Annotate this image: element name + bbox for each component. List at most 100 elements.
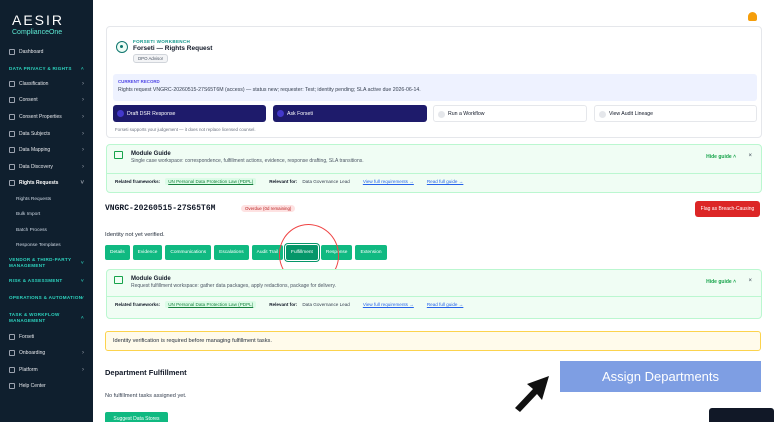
identity-note: Identity not yet verified. bbox=[105, 232, 165, 238]
sidebar-subitem-rights-requests[interactable]: Rights Requests bbox=[0, 192, 93, 207]
sidebar-item-platform[interactable]: Platform › bbox=[0, 362, 93, 379]
empty-tasks-text: No fulfillment tasks assigned yet. bbox=[105, 393, 187, 399]
read-guide-link[interactable]: Read full guide → bbox=[427, 302, 464, 307]
brand-sub: ComplianceOne bbox=[12, 29, 63, 36]
guide-title: Module Guide bbox=[131, 276, 171, 282]
record-text: Rights request VNGRC-20260515-27S65T6M (… bbox=[118, 87, 421, 93]
sidebar-subitem-batch-process[interactable]: Batch Process bbox=[0, 223, 93, 238]
classification-icon bbox=[9, 80, 15, 87]
record-label: CURRENT RECORD bbox=[118, 79, 160, 84]
data-discovery-icon bbox=[9, 163, 15, 170]
department-fulfillment-title: Department Fulfillment bbox=[105, 368, 187, 377]
sidebar-section-vendor[interactable]: VENDOR & THIRD-PARTY MANAGEMENT ˅ bbox=[0, 253, 93, 273]
framework-link[interactable]: UN Personal Data Protection Law (PDPL) bbox=[165, 301, 257, 308]
sidebar-subitem-response-templates[interactable]: Response Templates bbox=[0, 238, 93, 253]
guide-description: Single case workspace: correspondence, f… bbox=[131, 158, 364, 164]
forseti-header-card: FORSETI WORKBENCH Forseti — Rights Reque… bbox=[106, 26, 762, 138]
sidebar-item-onboarding[interactable]: Onboarding › bbox=[0, 345, 93, 362]
hide-guide-button[interactable]: Hide guide ˄ bbox=[706, 279, 736, 285]
tab-evidence[interactable]: Evidence bbox=[132, 245, 163, 260]
workflow-icon bbox=[438, 111, 445, 118]
framework-link[interactable]: UN Personal Data Protection Law (PDPL) bbox=[165, 178, 257, 185]
chevron-right-icon: › bbox=[82, 350, 84, 357]
tab-extension[interactable]: Extension bbox=[355, 245, 387, 260]
sidebar-item-rights-requests[interactable]: Rights Requests ˅ bbox=[0, 175, 93, 192]
chevron-right-icon: › bbox=[82, 80, 84, 87]
sidebar-subitem-bulk-import[interactable]: Bulk Import bbox=[0, 207, 93, 222]
close-icon[interactable]: × bbox=[748, 153, 752, 159]
forseti-icon bbox=[9, 333, 15, 340]
tab-details[interactable]: Details bbox=[105, 245, 130, 260]
flag-breach-button[interactable]: Flag as Breach-Causing bbox=[695, 201, 760, 217]
consent-properties-icon bbox=[9, 114, 15, 121]
platform-icon bbox=[9, 366, 15, 373]
brand-logo[interactable]: AESIR ComplianceOne bbox=[0, 0, 93, 44]
tab-escalations[interactable]: Escalations bbox=[214, 245, 249, 260]
sidebar-item-data-subjects[interactable]: Data Subjects › bbox=[0, 125, 93, 142]
draft-dsr-response-button[interactable]: Draft DSR Response bbox=[113, 105, 266, 122]
run-workflow-button[interactable]: Run a Workflow bbox=[433, 105, 587, 122]
sidebar-item-data-mapping[interactable]: Data Mapping › bbox=[0, 142, 93, 159]
sidebar-item-dashboard[interactable]: Dashboard bbox=[0, 44, 93, 61]
sidebar-section-risk[interactable]: RISK & ASSESSMENT ˅ bbox=[0, 273, 93, 288]
identity-warning-banner: Identity verification is required before… bbox=[105, 331, 761, 351]
support-note: Forseti supports your judgement — it doe… bbox=[115, 127, 256, 132]
guide-divider bbox=[107, 296, 761, 297]
close-icon[interactable]: × bbox=[748, 278, 752, 284]
sidebar-item-classification[interactable]: Classification › bbox=[0, 76, 93, 93]
chevron-down-icon: ˅ bbox=[81, 295, 84, 301]
guide-meta-row: Related frameworks: UN Personal Data Pro… bbox=[115, 301, 464, 308]
module-guide-fulfillment: Module Guide Request fulfillment workspa… bbox=[106, 269, 762, 319]
current-record-box: CURRENT RECORD Rights request VNGRC-2026… bbox=[113, 74, 757, 101]
chevron-right-icon: › bbox=[82, 163, 84, 170]
brand-name: AESIR bbox=[12, 12, 65, 28]
floating-widget[interactable] bbox=[709, 408, 774, 422]
overdue-badge: Overdue (0d remaining) bbox=[241, 205, 296, 212]
suggest-data-stores-button[interactable]: Suggest Data Stores bbox=[105, 412, 168, 422]
notification-bell-icon[interactable] bbox=[748, 12, 757, 21]
ask-forseti-button[interactable]: Ask Forseti bbox=[273, 105, 427, 122]
guide-description: Request fulfillment workspace: gather da… bbox=[131, 283, 337, 289]
workbench-title: Forseti — Rights Request bbox=[133, 45, 213, 52]
data-mapping-icon bbox=[9, 147, 15, 154]
sidebar-item-help-center[interactable]: Help Center bbox=[0, 378, 93, 395]
rights-requests-icon bbox=[9, 180, 15, 187]
case-tabs: Details Evidence Communications Escalati… bbox=[105, 245, 387, 260]
sidebar-section-operations[interactable]: OPERATIONS & AUTOMATION ˅ bbox=[0, 288, 93, 308]
role-badge: DPO Advisor bbox=[133, 54, 169, 63]
chevron-right-icon: › bbox=[82, 114, 84, 121]
sidebar-item-forseti[interactable]: Forseti bbox=[0, 328, 93, 345]
data-subjects-icon bbox=[9, 130, 15, 137]
tab-communications[interactable]: Communications bbox=[165, 245, 212, 260]
chevron-down-icon: ˅ bbox=[81, 278, 84, 284]
chevron-right-icon: › bbox=[82, 147, 84, 154]
onboarding-icon bbox=[9, 350, 15, 357]
sidebar: AESIR ComplianceOne Dashboard DATA PRIVA… bbox=[0, 0, 93, 422]
hide-guide-button[interactable]: Hide guide ˄ bbox=[706, 154, 736, 160]
guide-meta-row: Related frameworks: UN Personal Data Pro… bbox=[115, 178, 464, 185]
chevron-right-icon: › bbox=[82, 366, 84, 373]
chevron-down-icon: ˅ bbox=[80, 180, 84, 187]
view-audit-lineage-button[interactable]: View Audit Lineage bbox=[594, 105, 757, 122]
map-icon bbox=[114, 151, 123, 159]
sidebar-item-consent[interactable]: Consent › bbox=[0, 92, 93, 109]
read-guide-link[interactable]: Read full guide → bbox=[427, 179, 464, 184]
audit-icon bbox=[599, 111, 606, 118]
sidebar-section-privacy[interactable]: DATA PRIVACY & RIGHTS ˄ bbox=[0, 61, 93, 76]
guide-title: Module Guide bbox=[131, 151, 171, 157]
sidebar-item-consent-properties[interactable]: Consent Properties › bbox=[0, 109, 93, 126]
sidebar-item-data-discovery[interactable]: Data Discovery › bbox=[0, 159, 93, 176]
forseti-logo-icon bbox=[116, 41, 128, 53]
case-id: VNGRC-20260515-27S65T6M bbox=[105, 204, 216, 213]
cursor-arrow-icon bbox=[515, 376, 549, 412]
chevron-right-icon: › bbox=[82, 130, 84, 137]
view-requirements-link[interactable]: View full requirements → bbox=[363, 302, 414, 307]
assign-departments-button[interactable]: Assign Departments bbox=[560, 361, 761, 392]
help-icon bbox=[9, 383, 15, 390]
guide-divider bbox=[107, 173, 761, 174]
view-requirements-link[interactable]: View full requirements → bbox=[363, 179, 414, 184]
chevron-right-icon: › bbox=[82, 97, 84, 104]
sidebar-section-task[interactable]: TASK & WORKFLOW MANAGEMENT ˄ bbox=[0, 308, 93, 328]
workbench-label: FORSETI WORKBENCH bbox=[133, 39, 191, 44]
dashboard-icon bbox=[9, 49, 15, 56]
